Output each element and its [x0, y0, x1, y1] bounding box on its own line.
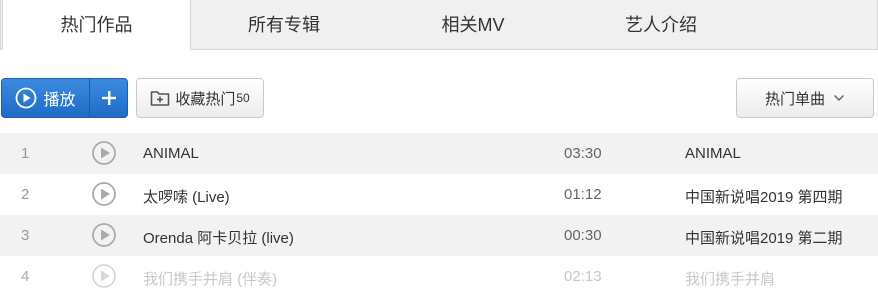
play-all-label: 播放	[43, 92, 76, 109]
song-row: 4 我们携手并肩 (伴奏) 02:13 我们携手并肩	[0, 256, 878, 297]
play-circle-icon	[16, 87, 37, 109]
song-title[interactable]: Orenda 阿卡贝拉 (live)	[143, 227, 294, 248]
song-index: 3	[21, 227, 30, 244]
song-row[interactable]: 2 太啰嗦 (Live) 01:12 中国新说唱2019 第四期	[0, 174, 878, 215]
play-button-group: 播放	[1, 78, 128, 118]
tab-hot-works[interactable]: 热门作品	[2, 0, 191, 50]
song-title[interactable]: ANIMAL	[143, 145, 199, 162]
play-circle-icon[interactable]	[91, 181, 117, 207]
song-index: 4	[21, 268, 30, 285]
tab-bar: 热门作品 所有专辑 相关MV 艺人介绍	[0, 0, 878, 50]
chevron-down-icon	[833, 94, 845, 102]
song-duration: 02:13	[564, 268, 602, 285]
tab-all-albums[interactable]: 所有专辑	[189, 0, 379, 49]
play-circle-icon[interactable]	[91, 140, 117, 166]
favorite-hot-label: 收藏热门	[175, 90, 236, 108]
add-to-playlist-button[interactable]	[90, 79, 127, 117]
add-folder-icon	[151, 91, 170, 106]
song-row[interactable]: 1 ANIMAL 03:30 ANIMAL	[0, 133, 878, 174]
song-title: 我们携手并肩 (伴奏)	[143, 271, 278, 288]
song-duration: 03:30	[564, 145, 602, 162]
play-circle-icon	[92, 264, 116, 288]
play-all-button[interactable]: 播放	[2, 79, 89, 117]
song-row[interactable]: 3 Orenda 阿卡贝拉 (live) 00:30 中国新说唱2019 第二期	[0, 215, 878, 256]
song-album[interactable]: ANIMAL	[685, 145, 741, 162]
tab-artist-intro[interactable]: 艺人介绍	[567, 0, 755, 49]
song-title[interactable]: 太啰嗦 (Live)	[143, 186, 230, 207]
song-album: 我们携手并肩	[685, 271, 776, 288]
play-circle-icon[interactable]	[91, 222, 117, 248]
song-index: 1	[21, 145, 30, 162]
sort-dropdown[interactable]: 热门单曲	[736, 78, 874, 118]
plus-icon	[102, 91, 116, 105]
sort-dropdown-label: 热门单曲	[764, 90, 825, 108]
song-album[interactable]: 中国新说唱2019 第四期	[685, 186, 843, 207]
favorite-hot-button[interactable]: 收藏热门 50	[136, 78, 264, 118]
favorite-count: 50	[236, 91, 250, 105]
tab-related-mv[interactable]: 相关MV	[379, 0, 567, 49]
song-duration: 01:12	[564, 186, 602, 203]
song-index: 2	[21, 186, 30, 203]
song-album[interactable]: 中国新说唱2019 第二期	[685, 227, 843, 248]
song-duration: 00:30	[564, 227, 602, 244]
